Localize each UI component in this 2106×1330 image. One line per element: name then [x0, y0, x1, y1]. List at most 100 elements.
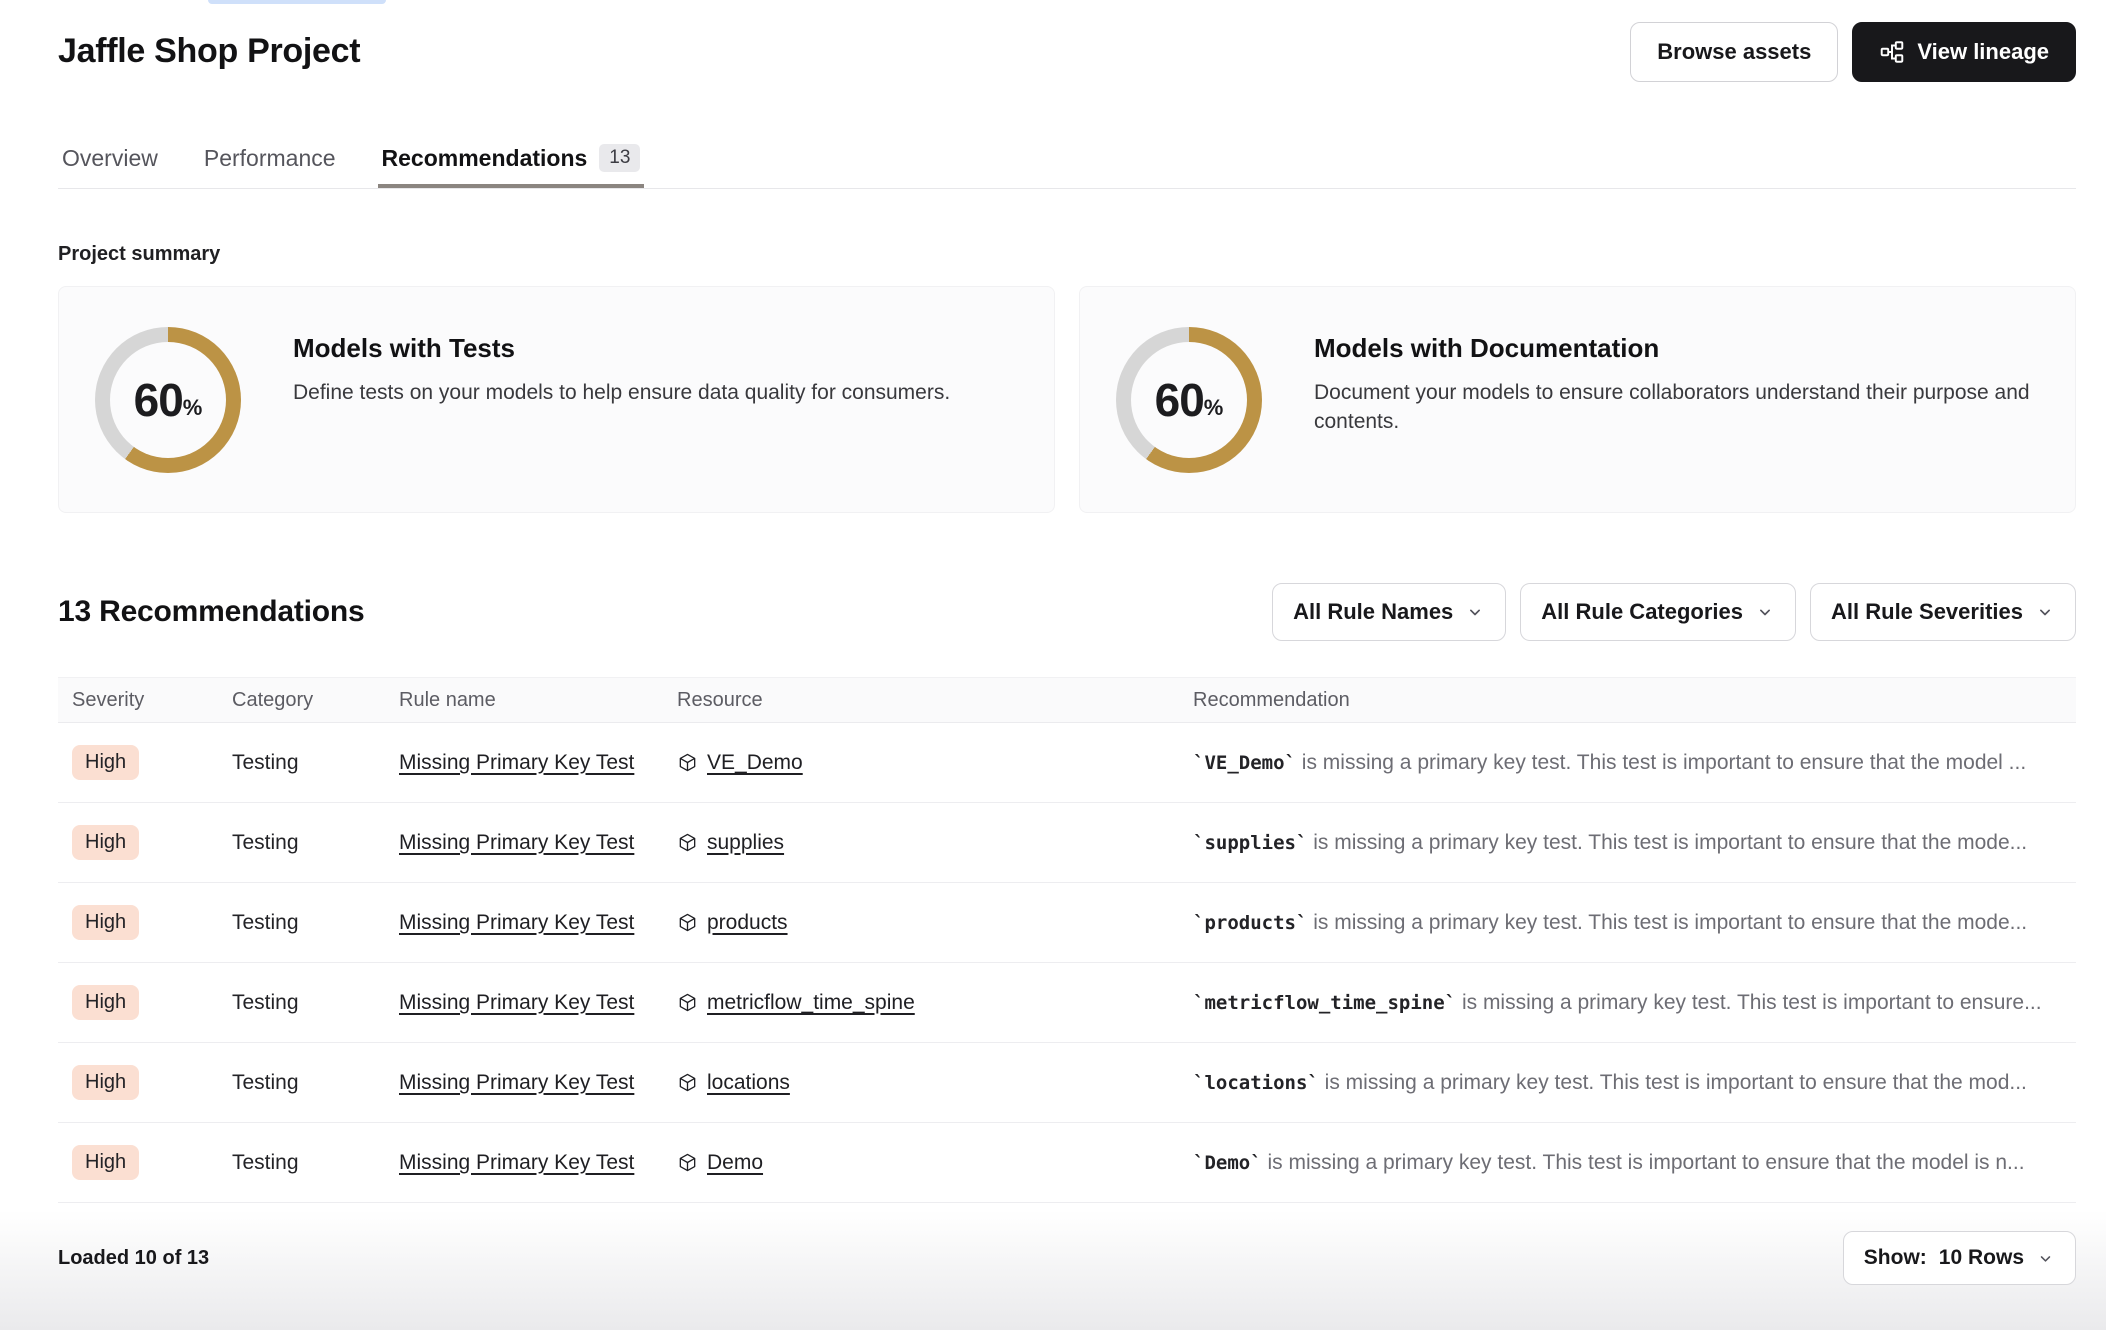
rule-name-link[interactable]: Missing Primary Key Test	[399, 911, 634, 934]
recommendation-text: is missing a primary key test. This test…	[1307, 831, 2027, 854]
card-text: Models with Documentation Document your …	[1314, 287, 2035, 512]
filter-dropdown[interactable]: All Rule Names	[1272, 583, 1506, 641]
project-summary-label: Project summary	[58, 243, 2076, 266]
model-cube-icon	[677, 1072, 698, 1093]
model-cube-icon	[677, 752, 698, 773]
browse-assets-label: Browse assets	[1657, 39, 1811, 65]
recommendation-code: `VE_Demo`	[1193, 752, 1296, 774]
view-lineage-button[interactable]: View lineage	[1852, 22, 2076, 82]
page-header: Jaffle Shop Project Browse assets View l…	[58, 0, 2076, 82]
filter-label: All Rule Severities	[1831, 599, 2023, 625]
recommendations-heading: 13 Recommendations	[58, 595, 365, 629]
tab-bar: Overview Performance Recommendations 13	[58, 144, 2076, 189]
severity-badge: High	[72, 1065, 139, 1100]
top-notch	[208, 0, 386, 4]
severity-badge: High	[72, 825, 139, 860]
tab[interactable]: Performance	[200, 144, 340, 188]
summary-card: 60% Models with Documentation Document y…	[1079, 286, 2076, 513]
column-header: Rule name	[399, 689, 677, 712]
table-row: High Testing Missing Primary Key Test	[58, 883, 2076, 963]
resource-cell: VE_Demo	[677, 751, 1193, 775]
table-row: High Testing Missing Primary Key Test	[58, 1043, 2076, 1123]
donut-chart: 60%	[1116, 327, 1262, 473]
page-title: Jaffle Shop Project	[58, 32, 360, 71]
recommendation-code: `locations`	[1193, 1072, 1319, 1094]
category-cell: Testing	[232, 1151, 399, 1175]
view-lineage-label: View lineage	[1917, 39, 2049, 65]
severity-cell: High	[72, 745, 232, 780]
resource-link[interactable]: VE_Demo	[707, 751, 803, 775]
recommendation-code: `supplies`	[1193, 832, 1307, 854]
chevron-down-icon	[1465, 602, 1485, 622]
rule-name-link[interactable]: Missing Primary Key Test	[399, 831, 634, 854]
severity-badge: High	[72, 985, 139, 1020]
model-cube-icon	[677, 832, 698, 853]
resource-link[interactable]: locations	[707, 1071, 790, 1095]
resource-link[interactable]: supplies	[707, 831, 784, 855]
card-description: Define tests on your models to help ensu…	[293, 378, 950, 407]
rule-name-cell: Missing Primary Key Test	[399, 831, 677, 855]
tab-count-badge: 13	[599, 144, 640, 172]
recommendation-code: `Demo`	[1193, 1152, 1262, 1174]
header-actions: Browse assets View lineage	[1630, 22, 2076, 82]
category-cell: Testing	[232, 751, 399, 775]
lineage-icon	[1879, 39, 1905, 65]
severity-badge: High	[72, 905, 139, 940]
filter-label: All Rule Names	[1293, 599, 1453, 625]
donut-chart: 60%	[95, 327, 241, 473]
table-row: High Testing Missing Primary Key Test	[58, 803, 2076, 883]
resource-link[interactable]: Demo	[707, 1151, 763, 1175]
resource-cell: supplies	[677, 831, 1193, 855]
severity-badge: High	[72, 745, 139, 780]
recommendation-code: `products`	[1193, 912, 1307, 934]
recommendation-text: is missing a primary key test. This test…	[1262, 1151, 2025, 1174]
donut-percent: 60%	[95, 327, 241, 473]
recommendations-table: Severity Category Rule name Resource Rec…	[58, 677, 2076, 1203]
summary-card: 60% Models with Tests Define tests on yo…	[58, 286, 1055, 513]
category-cell: Testing	[232, 911, 399, 935]
rows-per-page-dropdown[interactable]: Show: 10 Rows	[1843, 1231, 2076, 1285]
tab-label: Recommendations	[382, 145, 588, 172]
filter-bar: All Rule Names All Rule Categories	[1272, 583, 2076, 641]
recommendation-cell: `Demo` is missing a primary key test. Th…	[1193, 1151, 2076, 1175]
recommendation-code: `metricflow_time_spine`	[1193, 992, 1456, 1014]
tab[interactable]: Recommendations 13	[378, 144, 645, 188]
rule-name-link[interactable]: Missing Primary Key Test	[399, 1151, 634, 1174]
category-cell: Testing	[232, 1071, 399, 1095]
filter-dropdown[interactable]: All Rule Categories	[1520, 583, 1796, 641]
tab-label: Performance	[204, 145, 336, 172]
filter-dropdown[interactable]: All Rule Severities	[1810, 583, 2076, 641]
resource-link[interactable]: products	[707, 911, 788, 935]
recommendation-cell: `locations` is missing a primary key tes…	[1193, 1071, 2076, 1095]
show-value: 10 Rows	[1939, 1246, 2024, 1270]
rule-name-cell: Missing Primary Key Test	[399, 1151, 677, 1175]
resource-cell: products	[677, 911, 1193, 935]
rule-name-link[interactable]: Missing Primary Key Test	[399, 751, 634, 774]
page: Jaffle Shop Project Browse assets View l…	[0, 0, 2106, 1285]
model-cube-icon	[677, 912, 698, 933]
recommendation-text: is missing a primary key test. This test…	[1456, 991, 2041, 1014]
resource-cell: locations	[677, 1071, 1193, 1095]
recommendations-header: 13 Recommendations All Rule Names All Ru…	[58, 583, 2076, 641]
recommendation-cell: `metricflow_time_spine` is missing a pri…	[1193, 991, 2076, 1015]
browse-assets-button[interactable]: Browse assets	[1630, 22, 1838, 82]
rule-name-link[interactable]: Missing Primary Key Test	[399, 1071, 634, 1094]
rule-name-link[interactable]: Missing Primary Key Test	[399, 991, 634, 1014]
card-text: Models with Tests Define tests on your m…	[293, 287, 950, 512]
rule-name-cell: Missing Primary Key Test	[399, 1071, 677, 1095]
card-title: Models with Tests	[293, 333, 950, 364]
model-cube-icon	[677, 992, 698, 1013]
severity-cell: High	[72, 825, 232, 860]
recommendation-cell: `supplies` is missing a primary key test…	[1193, 831, 2076, 855]
table-row: High Testing Missing Primary Key Test	[58, 723, 2076, 803]
summary-cards: 60% Models with Tests Define tests on yo…	[58, 286, 2076, 513]
tab[interactable]: Overview	[58, 144, 162, 188]
donut-percent: 60%	[1116, 327, 1262, 473]
table-footer: Loaded 10 of 13 Show: 10 Rows	[58, 1231, 2076, 1285]
resource-link[interactable]: metricflow_time_spine	[707, 991, 915, 1015]
recommendation-text: is missing a primary key test. This test…	[1319, 1071, 2027, 1094]
rule-name-cell: Missing Primary Key Test	[399, 911, 677, 935]
severity-cell: High	[72, 1065, 232, 1100]
recommendation-cell: `VE_Demo` is missing a primary key test.…	[1193, 751, 2076, 775]
severity-badge: High	[72, 1145, 139, 1180]
